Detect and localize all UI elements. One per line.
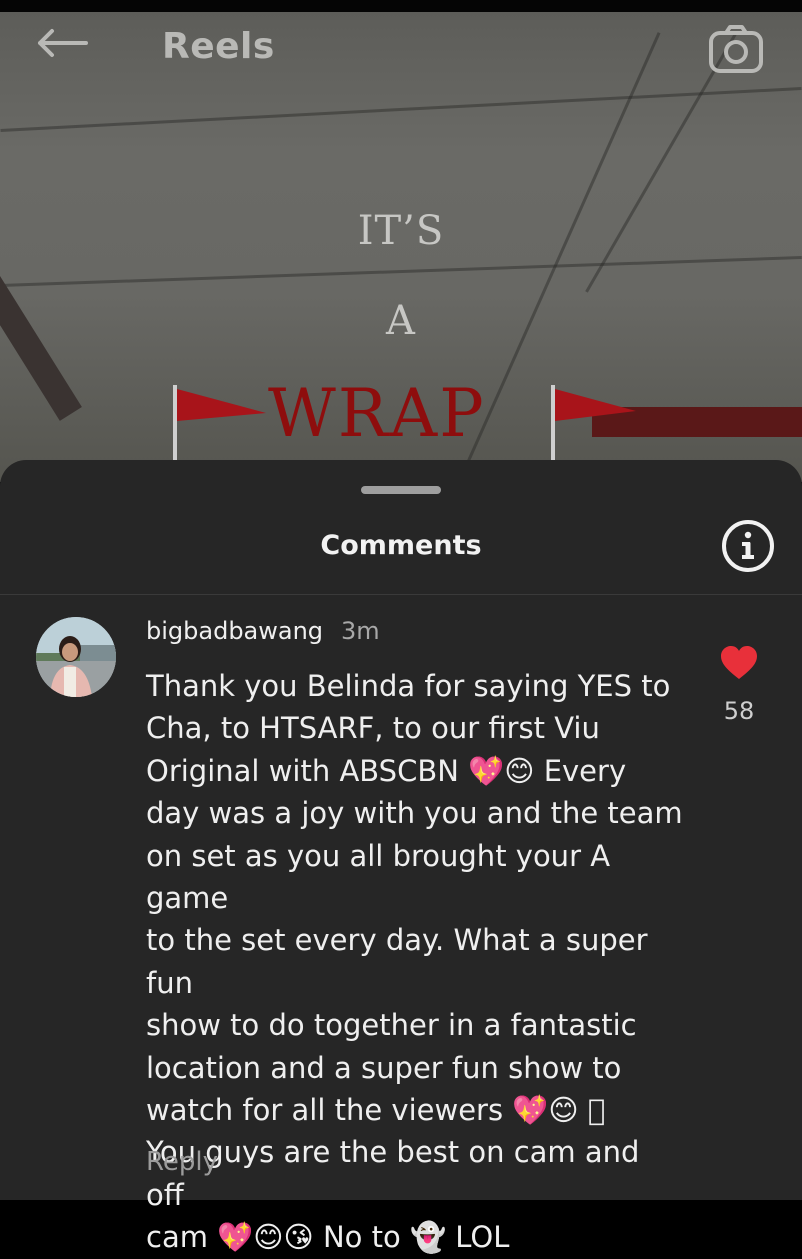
reel-overlay-line2: A xyxy=(386,298,416,344)
reel-overlay-wrap: WRAP xyxy=(170,375,640,465)
comments-sheet: Comments bigbadbawang 3m Thank you Belin… xyxy=(0,460,802,1254)
flag-icon xyxy=(173,385,266,465)
camera-icon[interactable] xyxy=(708,24,764,74)
comment-username[interactable]: bigbadbawang xyxy=(146,617,323,645)
status-bar xyxy=(0,0,802,12)
comment-text: Thank you Belinda for saying YES to Cha,… xyxy=(146,669,683,1255)
page-title: Reels xyxy=(162,26,275,67)
flag-icon xyxy=(551,385,636,465)
avatar[interactable] xyxy=(36,617,116,697)
reply-button[interactable]: Reply xyxy=(146,1147,218,1177)
top-bar: Reels xyxy=(0,12,802,73)
comment-item: bigbadbawang 3m Thank you Belinda for sa… xyxy=(0,595,802,1254)
comment-time: 3m xyxy=(341,617,380,645)
drag-handle[interactable] xyxy=(361,486,441,494)
comments-title: Comments xyxy=(320,530,482,561)
heart-icon[interactable] xyxy=(720,645,758,681)
reel-overlay-line3: WRAP xyxy=(268,375,486,452)
reel-overlay-line1: IT’S xyxy=(357,208,445,254)
like-count: 58 xyxy=(723,697,755,725)
back-arrow-icon[interactable] xyxy=(36,28,88,58)
info-icon[interactable] xyxy=(721,519,775,573)
